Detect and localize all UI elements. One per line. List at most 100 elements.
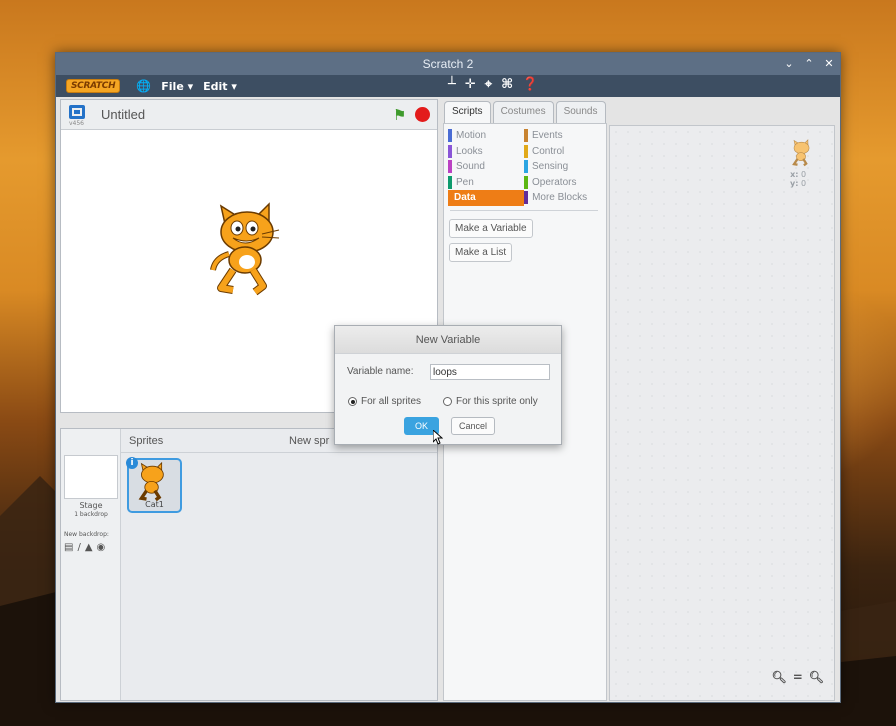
category-list: Motion Events Looks Control Sound Sensing Pen O… <box>448 128 600 206</box>
new-sprite-label: New spr <box>289 435 330 447</box>
stop-sign-icon[interactable] <box>415 107 430 122</box>
category-looks[interactable]: Looks <box>448 144 524 160</box>
editor-tabs: Scripts Costumes Sounds <box>444 101 606 123</box>
grow-icon[interactable]: ✛ <box>465 77 476 92</box>
palette-divider <box>450 210 598 211</box>
category-color-swatch <box>524 144 528 158</box>
category-data[interactable]: Data <box>448 190 525 206</box>
category-label: Pen <box>456 176 474 188</box>
window-titlebar[interactable]: Scratch 2 ⌄ ⌃ ✕ <box>56 53 840 75</box>
category-sensing[interactable]: Sensing <box>524 159 600 175</box>
tab-costumes[interactable]: Costumes <box>492 101 554 123</box>
category-more-blocks[interactable]: More Blocks <box>524 190 600 206</box>
for-this-sprite-radio[interactable] <box>443 397 452 406</box>
category-label: Events <box>532 130 563 142</box>
stage-thumbnail[interactable] <box>64 455 118 499</box>
scratch-logo[interactable]: SCRATCH <box>66 79 121 93</box>
shrink-expand-icon[interactable]: ⌖ <box>485 77 492 92</box>
y-label: y: <box>790 179 799 188</box>
variable-name-label: Variable name: <box>347 366 414 377</box>
window-controls: ⌄ ⌃ ✕ <box>784 53 834 75</box>
backdrops-count: 1 backdrop <box>74 511 108 518</box>
category-events[interactable]: Events <box>524 128 600 144</box>
edit-menu[interactable]: Edit ▾ <box>203 80 237 93</box>
for-this-sprite-option[interactable]: For this sprite only <box>443 396 538 407</box>
toolbar-icons: ┴ ✛ ⌖ ⌘ ❓ <box>448 77 538 92</box>
category-color-swatch <box>524 160 528 174</box>
zoom-out-icon[interactable]: 🔍︎ <box>771 670 786 684</box>
zoom-in-icon[interactable]: 🔍︎ <box>809 670 824 684</box>
category-label: More Blocks <box>532 192 588 204</box>
category-color-swatch <box>448 129 452 143</box>
cancel-button[interactable]: Cancel <box>451 417 495 435</box>
stage-label: Stage <box>79 501 103 510</box>
cat-thumbnail-icon <box>138 462 164 502</box>
camera-icon[interactable]: ◉ <box>97 542 106 553</box>
sprite-name: Cat1 <box>145 500 164 509</box>
window-title: Scratch 2 <box>422 57 474 71</box>
category-operators[interactable]: Operators <box>524 175 600 191</box>
sprite-corner-icon <box>792 139 810 167</box>
new-variable-dialog: New Variable Variable name: For all spri… <box>334 325 562 445</box>
mouse-cursor-icon <box>433 430 443 445</box>
sprite-tile-cat1[interactable]: i Cat1 <box>126 457 182 513</box>
stage-header: v456 Untitled ⚑ <box>61 100 437 130</box>
category-color-swatch <box>524 175 528 189</box>
file-menu[interactable]: File ▾ <box>161 80 193 93</box>
category-control[interactable]: Control <box>524 144 600 160</box>
category-color-swatch <box>524 129 528 143</box>
category-color-swatch <box>448 175 452 189</box>
image-library-icon[interactable]: ▤ <box>64 542 73 553</box>
category-sound[interactable]: Sound <box>448 159 524 175</box>
dialog-title[interactable]: New Variable <box>335 326 561 354</box>
x-label: x: <box>790 170 799 179</box>
y-value: 0 <box>800 179 807 188</box>
category-pen[interactable]: Pen <box>448 175 524 191</box>
category-motion[interactable]: Motion <box>448 128 524 144</box>
globe-icon[interactable]: 🌐 <box>136 79 151 93</box>
category-label: Sound <box>456 161 485 173</box>
make-list-button[interactable]: Make a List <box>449 243 513 262</box>
category-row: Sound Sensing <box>448 159 600 175</box>
shrink-icon[interactable]: ⌘ <box>501 77 513 92</box>
new-backdrop-label: New backdrop: <box>64 531 109 538</box>
green-flag-icon[interactable]: ⚑ <box>393 106 406 124</box>
menubar: SCRATCH 🌐 File ▾ Edit ▾ ┴ ✛ ⌖ ⌘ ❓ <box>56 75 840 97</box>
category-label: Motion <box>456 130 487 142</box>
variable-name-input[interactable] <box>430 364 550 380</box>
zoom-controls: 🔍︎ = 🔍︎ <box>771 670 824 684</box>
sprite-coordinates: x: 0 y: 0 <box>790 170 806 188</box>
for-all-sprites-radio[interactable] <box>348 397 357 406</box>
help-icon[interactable]: ❓ <box>522 77 538 92</box>
for-all-sprites-option[interactable]: For all sprites <box>348 396 421 407</box>
category-label: Control <box>532 145 565 157</box>
upload-icon[interactable]: ▲ <box>85 542 93 553</box>
tab-scripts[interactable]: Scripts <box>444 101 491 123</box>
version-label: v456 <box>69 120 85 127</box>
paint-brush-icon[interactable]: / <box>77 542 80 553</box>
maximize-button[interactable]: ⌃ <box>804 53 814 75</box>
zoom-reset-icon[interactable]: = <box>793 670 803 684</box>
minimize-button[interactable]: ⌄ <box>784 53 794 75</box>
category-row: Pen Operators <box>448 175 600 191</box>
for-all-sprites-label: For all sprites <box>361 396 422 407</box>
cat-sprite[interactable] <box>207 202 297 297</box>
for-this-sprite-label: For this sprite only <box>456 396 538 407</box>
stage-column: Stage 1 backdrop New backdrop: ▤ / ▲ ◉ <box>61 429 121 700</box>
stamp-icon[interactable]: ┴ <box>448 77 456 92</box>
sprites-title: Sprites <box>129 435 164 447</box>
category-label: Looks <box>456 145 483 157</box>
backdrop-tools: ▤ / ▲ ◉ <box>64 542 105 553</box>
make-variable-button[interactable]: Make a Variable <box>449 219 533 238</box>
x-value: 0 <box>800 170 807 179</box>
tab-sounds[interactable]: Sounds <box>555 101 606 123</box>
category-color-swatch <box>448 160 452 174</box>
scripts-area[interactable]: x: 0 y: 0 🔍︎ = 🔍︎ <box>609 125 835 701</box>
category-row: Motion Events <box>448 128 600 144</box>
category-row: Looks Control <box>448 144 600 160</box>
category-color-swatch <box>524 191 529 205</box>
close-button[interactable]: ✕ <box>824 53 834 75</box>
project-title[interactable]: Untitled <box>101 107 145 122</box>
presentation-mode-icon[interactable] <box>69 105 85 119</box>
category-label: Operators <box>532 176 577 188</box>
